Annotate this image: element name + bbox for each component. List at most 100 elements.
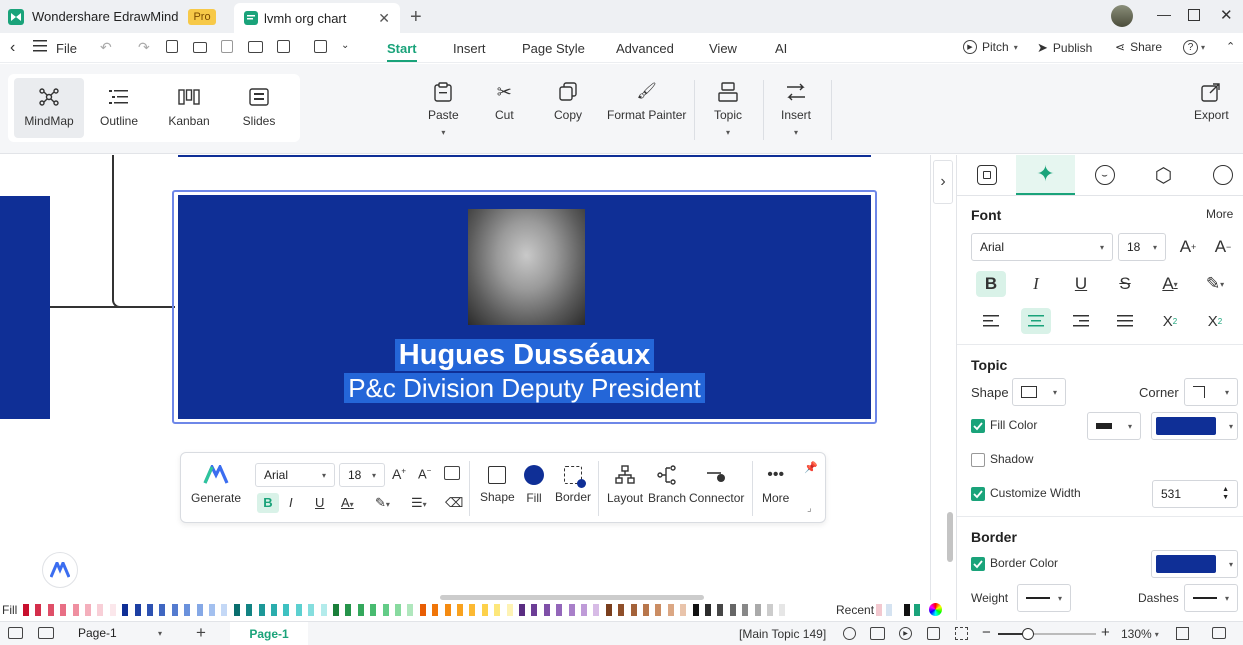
text-color-icon[interactable]: A ▾ [1155,271,1185,297]
panel-tab-history[interactable] [1193,155,1243,195]
fit-page-icon[interactable] [927,627,940,640]
topic-subtitle[interactable]: P&c Division Deputy President [178,373,871,403]
width-stepper[interactable]: 531 ▲ ▼ [1152,480,1238,508]
bold-icon[interactable]: B [257,493,279,513]
play-icon[interactable]: ▶ [899,627,912,640]
fullscreen-icon[interactable] [955,627,968,640]
color-swatch[interactable] [134,604,141,616]
resize-corner-icon[interactable]: ⌟ [807,503,812,514]
color-swatch[interactable] [233,604,240,616]
slides-view-button[interactable]: Slides [224,78,294,138]
minimize-icon[interactable]: — [1157,6,1171,22]
increase-font-icon[interactable]: A + [1173,234,1203,260]
file-menu[interactable]: File [56,41,77,56]
superscript-icon[interactable]: X2 [1155,308,1185,334]
layout-button[interactable]: Layout [607,465,643,505]
shape-button[interactable]: Shape [480,465,515,504]
export-button[interactable]: Export [1194,82,1229,122]
ai-assistant-button[interactable] [42,552,78,588]
color-swatch[interactable] [506,604,513,616]
generate-button[interactable]: Generate [191,465,241,505]
save-icon[interactable] [221,40,233,53]
highlight-icon[interactable]: ✎▾ [375,495,390,511]
color-swatch[interactable] [221,604,228,616]
publish-button[interactable]: ➤ Publish [1037,40,1092,56]
close-window-icon[interactable]: ✕ [1220,6,1233,24]
panel-tab-icons[interactable]: ⌣ [1075,155,1134,195]
color-swatch[interactable] [457,604,463,616]
color-swatch[interactable] [147,604,153,616]
color-swatch[interactable] [159,604,166,616]
color-swatch[interactable] [767,604,773,616]
color-swatch[interactable] [754,604,761,616]
redo-icon[interactable]: ↷ [138,39,150,56]
pin-icon[interactable]: 📌 [804,461,818,474]
clear-format-icon[interactable]: ⌫ [445,495,463,511]
color-swatch[interactable] [72,604,79,616]
shape-select[interactable]: ▾ [1012,378,1066,406]
color-swatch[interactable] [258,604,265,616]
topic-name[interactable]: Hugues Dusséaux [178,339,871,371]
color-swatch[interactable] [481,604,488,616]
corner-select[interactable]: ▾ [1184,378,1238,406]
format-painter-button[interactable]: 🖌 Format Painter [607,82,686,122]
color-swatch[interactable] [184,604,191,616]
zoom-level-select[interactable]: 130% ▾ [1121,627,1159,641]
outline-toggle-icon[interactable] [8,627,23,639]
color-swatch[interactable] [618,604,625,616]
color-swatch[interactable] [742,604,749,616]
page-panel-icon[interactable] [38,627,54,639]
main-topic-card[interactable]: Hugues Dusséaux P&c Division Deputy Pres… [178,195,871,419]
topic-button[interactable]: Topic ▾ [714,82,742,137]
menu-tab-page-style[interactable]: Page Style [522,41,585,56]
zoom-slider[interactable] [998,628,1096,640]
float-size-select[interactable]: 18 ▾ [339,463,385,487]
menu-tab-view[interactable]: View [709,41,737,56]
color-wheel-icon[interactable] [929,603,942,616]
color-swatch[interactable] [519,604,525,616]
new-tab-icon[interactable]: + [410,6,422,29]
page-tab-active[interactable]: Page-1 [230,622,308,645]
color-swatch[interactable] [779,604,786,616]
color-swatch[interactable] [295,604,302,616]
font-family-select[interactable]: Arial ▾ [971,233,1113,261]
color-swatch[interactable] [357,604,364,616]
color-swatch[interactable] [370,604,377,616]
bold-icon[interactable]: B [976,271,1006,297]
hamburger-icon[interactable] [33,40,47,52]
text-box-icon[interactable] [444,466,460,480]
zoom-out-icon[interactable]: − [982,624,991,641]
recent-swatch[interactable] [886,604,892,616]
align-right-icon[interactable] [1066,308,1096,334]
recent-swatch[interactable] [876,604,882,616]
color-swatch[interactable] [320,604,327,616]
weight-select[interactable]: ▾ [1017,584,1071,612]
paste-button[interactable]: Paste ▾ [428,82,459,137]
vertical-scrollbar[interactable] [947,512,953,562]
color-swatch[interactable] [283,604,290,616]
border-button[interactable]: Border [555,465,591,504]
expand-icon[interactable] [1176,627,1189,640]
color-swatch[interactable] [605,604,612,616]
menu-tab-advanced[interactable]: Advanced [616,41,674,56]
close-tab-icon[interactable]: ✕ [378,10,390,27]
print-icon[interactable] [248,41,263,53]
color-swatch[interactable] [593,604,600,616]
color-swatch[interactable] [568,604,575,616]
color-swatch[interactable] [432,604,439,616]
color-swatch[interactable] [109,604,116,616]
menu-tab-ai[interactable]: AI [775,41,787,56]
zoom-slider-handle[interactable] [1022,628,1034,640]
branch-button[interactable]: Branch [648,465,686,505]
color-swatch[interactable] [581,604,587,616]
border-color-checkbox[interactable] [971,557,985,571]
document-tab[interactable]: lvmh org chart ✕ [234,3,400,33]
underline-icon[interactable]: U [1066,271,1096,297]
page-select[interactable]: Page-1 ▾ [70,623,170,643]
list-icon[interactable]: ☰▾ [411,495,427,511]
color-swatch[interactable] [680,604,687,616]
panel-tab-ai-style[interactable]: ✦ [1016,155,1075,195]
add-page-icon[interactable]: + [196,623,206,643]
cut-button[interactable]: ✂ Cut [495,82,514,122]
color-swatch[interactable] [717,604,724,616]
